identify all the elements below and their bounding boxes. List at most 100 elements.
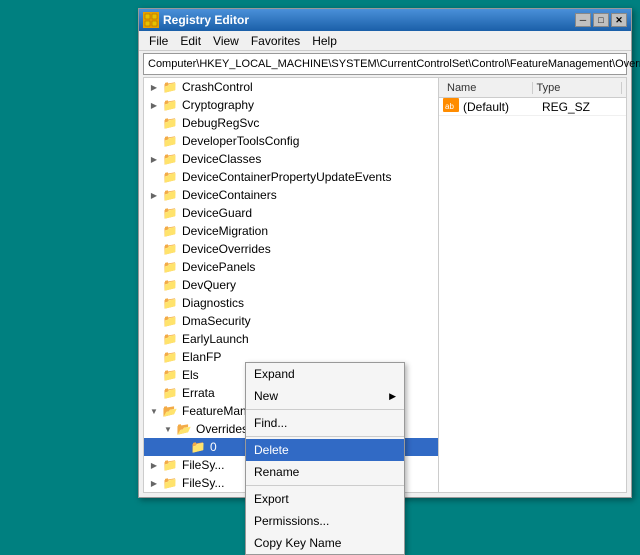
expand-arrow-icon: ▶	[148, 189, 160, 201]
expand-arrow-icon: ▶	[148, 477, 160, 489]
tree-item-label: EarlyLaunch	[182, 332, 249, 346]
svg-text:ab: ab	[445, 102, 454, 111]
expand-arrow-icon	[148, 387, 160, 399]
expand-arrow-icon	[148, 261, 160, 273]
folder-icon	[162, 386, 178, 400]
window-icon	[143, 12, 159, 28]
tree-item-label: DevQuery	[182, 278, 236, 292]
expand-arrow-icon	[148, 243, 160, 255]
tree-item-label: Diagnostics	[182, 296, 244, 310]
folder-icon	[162, 170, 178, 184]
address-bar[interactable]: Computer\HKEY_LOCAL_MACHINE\SYSTEM\Curre…	[143, 53, 627, 75]
expand-arrow-icon	[148, 297, 160, 309]
expand-arrow-icon: ▶	[148, 153, 160, 165]
folder-icon	[176, 422, 192, 436]
tree-item-label: DmaSecurity	[182, 314, 251, 328]
window-controls: ─ □ ✕	[575, 13, 627, 27]
context-menu-item-copy-key-name[interactable]: Copy Key Name	[246, 532, 404, 554]
expand-arrow-icon: ▶	[148, 81, 160, 93]
tree-item-label: DeviceContainers	[182, 188, 277, 202]
tree-item-label: ElanFP	[182, 350, 221, 364]
context-menu-item-label: Delete	[254, 443, 289, 457]
tree-item[interactable]: DevicePanels	[144, 258, 438, 276]
expand-arrow-icon	[148, 351, 160, 363]
folder-icon	[162, 242, 178, 256]
context-menu-item-label: New	[254, 389, 278, 403]
tree-item[interactable]: DmaSecurity	[144, 312, 438, 330]
menu-view[interactable]: View	[207, 32, 245, 50]
tree-item[interactable]: DeviceMigration	[144, 222, 438, 240]
folder-icon	[162, 206, 178, 220]
tree-item[interactable]: DeveloperToolsConfig	[144, 132, 438, 150]
detail-header: Name Type	[439, 78, 626, 98]
menu-file[interactable]: File	[143, 32, 174, 50]
tree-item[interactable]: ▶DeviceClasses	[144, 150, 438, 168]
folder-icon	[162, 404, 178, 418]
folder-icon	[162, 116, 178, 130]
context-menu-item-label: Export	[254, 492, 289, 506]
expand-arrow-icon: ▶	[148, 99, 160, 111]
folder-icon	[162, 224, 178, 238]
title-bar: Registry Editor ─ □ ✕	[139, 9, 631, 31]
maximize-button[interactable]: □	[593, 13, 609, 27]
context-menu-item-label: Rename	[254, 465, 299, 479]
menu-help[interactable]: Help	[306, 32, 343, 50]
tree-item-label: FileSy...	[182, 458, 224, 472]
tree-item[interactable]: EarlyLaunch	[144, 330, 438, 348]
tree-item[interactable]: Diagnostics	[144, 294, 438, 312]
tree-item[interactable]: ▶ DeviceContainers	[144, 186, 438, 204]
tree-item-label: DebugRegSvc	[182, 116, 259, 130]
context-menu-item-find---[interactable]: Find...	[246, 412, 404, 434]
expand-arrow-icon	[148, 117, 160, 129]
tree-item[interactable]: ▶Cryptography	[144, 96, 438, 114]
minimize-button[interactable]: ─	[575, 13, 591, 27]
tree-item[interactable]: DeviceContainerPropertyUpdateEvents	[144, 168, 438, 186]
value-icon: ab	[443, 98, 463, 115]
tree-item[interactable]: DeviceOverrides	[144, 240, 438, 258]
context-menu-item-delete[interactable]: Delete	[246, 439, 404, 461]
context-menu-item-label: Find...	[254, 416, 287, 430]
context-menu-item-expand[interactable]: Expand	[246, 363, 404, 385]
window-title: Registry Editor	[163, 13, 575, 27]
detail-container: ab(Default)REG_SZ	[439, 98, 626, 116]
folder-icon	[162, 134, 178, 148]
tree-item[interactable]: DevQuery	[144, 276, 438, 294]
context-menu-item-label: Expand	[254, 367, 295, 381]
value-name: (Default)	[463, 100, 542, 114]
folder-icon	[162, 278, 178, 292]
tree-item-label: DeviceMigration	[182, 224, 268, 238]
expand-arrow-icon	[148, 279, 160, 291]
close-button[interactable]: ✕	[611, 13, 627, 27]
folder-icon	[162, 350, 178, 364]
expand-arrow-icon: ▼	[162, 423, 174, 435]
expand-arrow-icon	[148, 225, 160, 237]
expand-arrow-icon: ▼	[148, 405, 160, 417]
address-text: Computer\HKEY_LOCAL_MACHINE\SYSTEM\Curre…	[148, 58, 640, 70]
expand-arrow-icon	[148, 171, 160, 183]
folder-icon	[162, 188, 178, 202]
tree-item[interactable]: DeviceGuard	[144, 204, 438, 222]
expand-arrow-icon	[148, 135, 160, 147]
folder-icon	[162, 80, 178, 94]
detail-panel[interactable]: Name Type ab(Default)REG_SZ	[439, 78, 626, 492]
folder-icon	[162, 152, 178, 166]
tree-item-label: DeviceOverrides	[182, 242, 271, 256]
folder-icon	[162, 260, 178, 274]
tree-item[interactable]: ▶ CrashControl	[144, 78, 438, 96]
context-menu-item-new[interactable]: New▶	[246, 385, 404, 407]
tree-item-label: DeviceContainerPropertyUpdateEvents	[182, 170, 391, 184]
context-menu-item-rename[interactable]: Rename	[246, 461, 404, 483]
expand-arrow-icon	[148, 333, 160, 345]
expand-arrow-icon	[148, 315, 160, 327]
tree-item-label: DeveloperToolsConfig	[182, 134, 299, 148]
context-menu-item-permissions---[interactable]: Permissions...	[246, 510, 404, 532]
menu-edit[interactable]: Edit	[174, 32, 207, 50]
menu-favorites[interactable]: Favorites	[245, 32, 306, 50]
tree-item[interactable]: DebugRegSvc	[144, 114, 438, 132]
context-menu-item-export[interactable]: Export	[246, 488, 404, 510]
type-column-header: Type	[533, 82, 623, 94]
detail-row[interactable]: ab(Default)REG_SZ	[439, 98, 626, 116]
name-column-header: Name	[443, 82, 533, 94]
tree-item-label: FileSy...	[182, 476, 224, 490]
tree-item-label: CrashControl	[182, 80, 253, 94]
